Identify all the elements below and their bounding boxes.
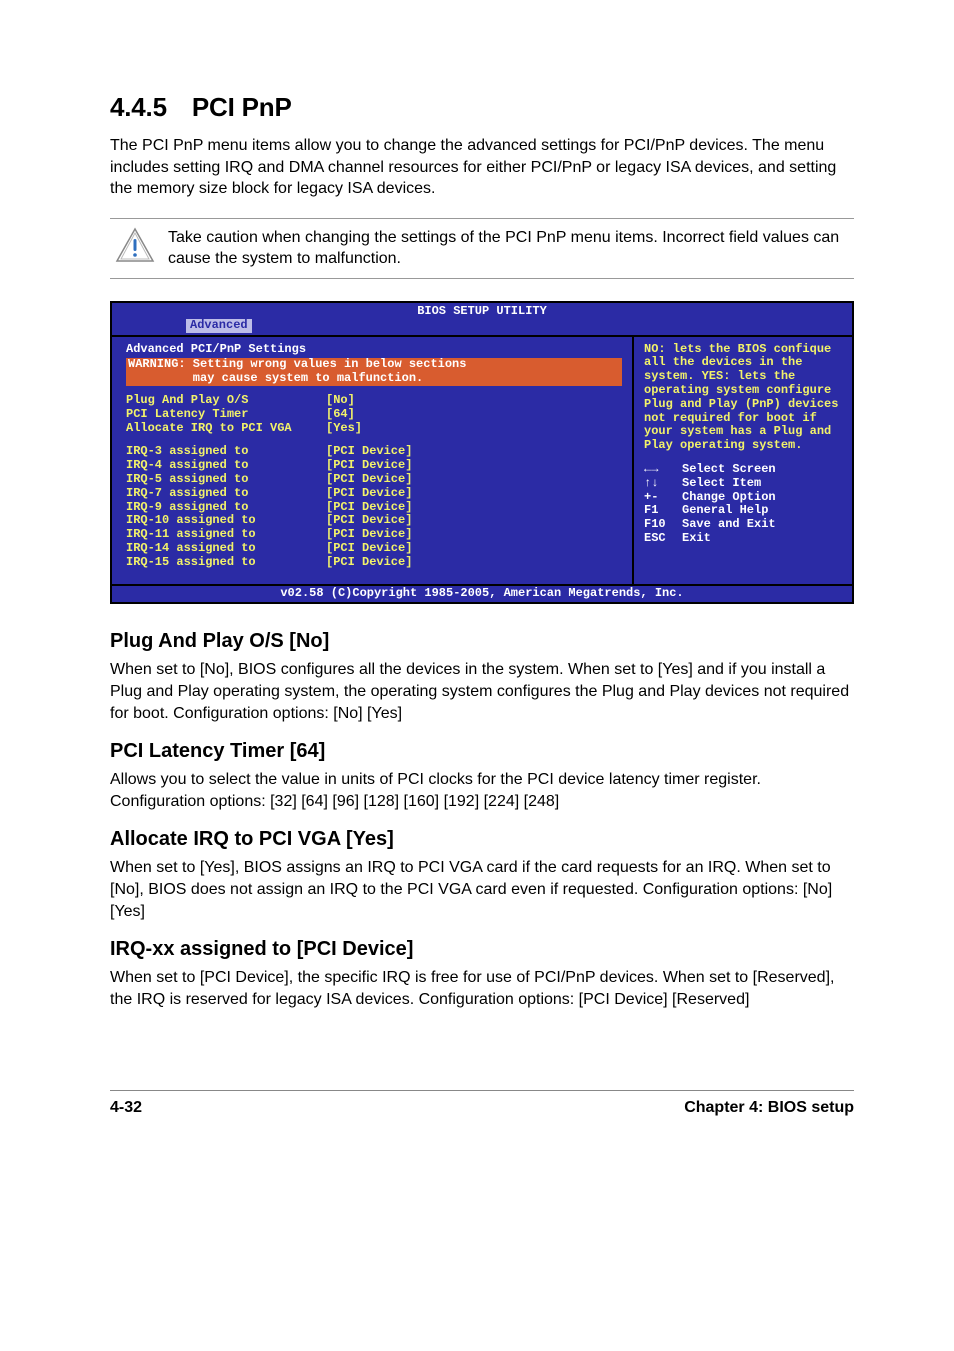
bios-option-value: [PCI Device] [326,542,412,556]
section-intro: The PCI PnP menu items allow you to chan… [110,135,854,200]
bios-option-label: Allocate IRQ to PCI VGA [126,422,326,436]
option-desc: Allows you to select the value in units … [110,769,854,812]
bios-option-label: IRQ-9 assigned to [126,501,326,515]
bios-option-value: [PCI Device] [326,528,412,542]
bios-option-label: IRQ-7 assigned to [126,487,326,501]
bios-warning: WARNING: Setting wrong values in below s… [126,358,622,386]
option-heading: PCI Latency Timer [64] [110,738,854,765]
bios-option-label: IRQ-4 assigned to [126,459,326,473]
bios-option-value: [PCI Device] [326,473,412,487]
chapter-label: Chapter 4: BIOS setup [684,1097,854,1119]
bios-option-label: IRQ-15 assigned to [126,556,326,570]
bios-option-row[interactable]: IRQ-5 assigned to[PCI Device] [126,473,622,487]
bios-copyright: v02.58 (C)Copyright 1985-2005, American … [112,586,852,603]
section-heading: 4.4.5 PCI PnP [110,90,854,125]
bios-option-value: [64] [326,408,355,422]
bios-option-row[interactable]: Allocate IRQ to PCI VGA [Yes] [126,422,622,436]
bios-option-value: [PCI Device] [326,487,412,501]
bios-help-text: NO: lets the BIOS confique all the devic… [644,343,842,453]
section-title: PCI PnP [192,92,292,122]
caution-icon [114,227,156,270]
bios-title: BIOS SETUP UTILITY [112,303,852,319]
bios-option-row[interactable]: PCI Latency Timer [64] [126,408,622,422]
bios-option-label: Plug And Play O/S [126,394,326,408]
bios-nav-row: ESCExit [644,532,842,546]
bios-option-group: Plug And Play O/S [No] PCI Latency Timer… [126,394,622,435]
bios-option-value: [No] [326,394,355,408]
bios-tab-advanced[interactable]: Advanced [186,319,252,333]
caution-note: Take caution when changing the settings … [110,218,854,279]
bios-nav-row: ←→Select Screen [644,463,842,477]
bios-nav-row: ↑↓Select Item [644,477,842,491]
bios-option-group: IRQ-3 assigned to[PCI Device] IRQ-4 assi… [126,445,622,569]
page-footer: 4-32 Chapter 4: BIOS setup [110,1090,854,1119]
bios-option-value: [PCI Device] [326,445,412,459]
bios-nav-row: F10Save and Exit [644,518,842,532]
bios-option-value: [PCI Device] [326,556,412,570]
arrows-ud-icon: ↑↓ [644,477,682,491]
option-heading: Allocate IRQ to PCI VGA [Yes] [110,826,854,853]
option-desc: When set to [PCI Device], the specific I… [110,967,854,1010]
bios-option-value: [PCI Device] [326,501,412,515]
bios-option-row[interactable]: IRQ-11 assigned to[PCI Device] [126,528,622,542]
bios-option-value: [PCI Device] [326,514,412,528]
plus-minus-icon: +- [644,491,682,505]
bios-option-label: IRQ-11 assigned to [126,528,326,542]
option-heading: Plug And Play O/S [No] [110,628,854,655]
bios-option-row[interactable]: IRQ-7 assigned to[PCI Device] [126,487,622,501]
bios-option-label: IRQ-14 assigned to [126,542,326,556]
bios-option-row[interactable]: IRQ-4 assigned to[PCI Device] [126,459,622,473]
section-number: 4.4.5 [110,92,167,122]
page-number: 4-32 [110,1097,142,1119]
bios-option-row[interactable]: Plug And Play O/S [No] [126,394,622,408]
arrows-lr-icon: ←→ [644,463,682,477]
bios-option-label: PCI Latency Timer [126,408,326,422]
bios-option-row[interactable]: IRQ-15 assigned to[PCI Device] [126,556,622,570]
bios-option-row[interactable]: IRQ-10 assigned to[PCI Device] [126,514,622,528]
bios-option-label: IRQ-10 assigned to [126,514,326,528]
option-desc: When set to [No], BIOS configures all th… [110,659,854,724]
bios-panel-title: Advanced PCI/PnP Settings [126,343,622,357]
option-desc: When set to [Yes], BIOS assigns an IRQ t… [110,857,854,922]
bios-nav-hints: ←→Select Screen ↑↓Select Item +-Change O… [644,463,842,546]
bios-nav-row: +-Change Option [644,491,842,505]
bios-warning-line: may cause system to malfunction. [128,372,620,386]
bios-nav-row: F1General Help [644,504,842,518]
caution-text: Take caution when changing the settings … [156,227,854,270]
bios-option-value: [Yes] [326,422,362,436]
bios-option-row[interactable]: IRQ-9 assigned to[PCI Device] [126,501,622,515]
bios-warning-line: WARNING: Setting wrong values in below s… [128,358,620,372]
bios-option-label: IRQ-5 assigned to [126,473,326,487]
bios-screenshot: BIOS SETUP UTILITY Advanced Advanced PCI… [110,301,854,604]
bios-option-label: IRQ-3 assigned to [126,445,326,459]
bios-option-value: [PCI Device] [326,459,412,473]
option-heading: IRQ-xx assigned to [PCI Device] [110,936,854,963]
bios-option-row[interactable]: IRQ-14 assigned to[PCI Device] [126,542,622,556]
bios-option-row[interactable]: IRQ-3 assigned to[PCI Device] [126,445,622,459]
